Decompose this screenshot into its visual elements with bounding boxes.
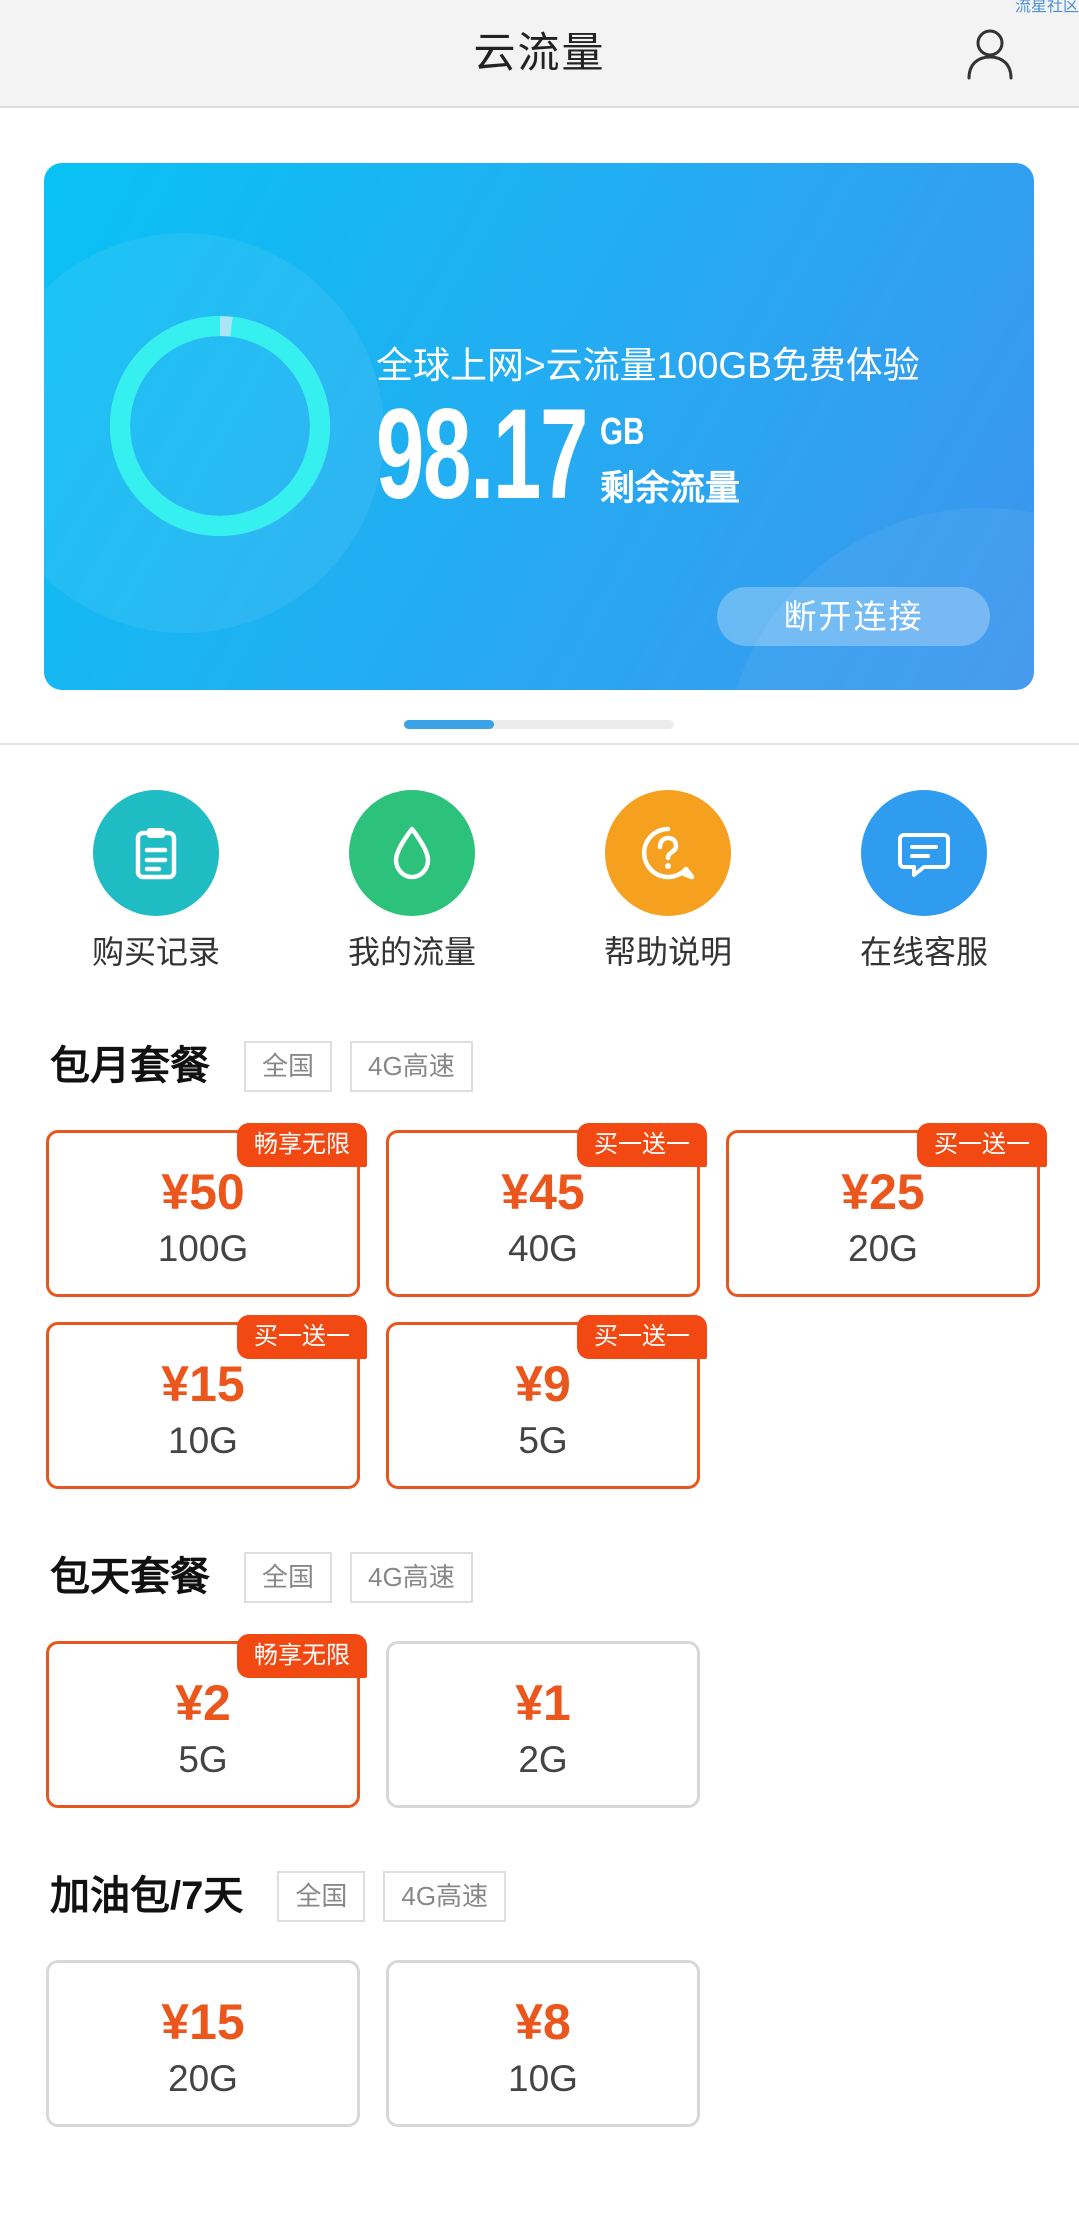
action-label: 在线客服: [859, 934, 988, 970]
section-title: 包月套餐: [50, 1044, 210, 1088]
plan-price: ¥50: [161, 1164, 245, 1220]
remaining-unit: GB: [600, 411, 645, 453]
watermark-text: 流星社区: [1014, 0, 1079, 15]
plan-card[interactable]: 畅享无限 ¥2 5G: [46, 1634, 367, 1808]
speed-tag: 4G高速: [383, 1870, 507, 1922]
plan-price: ¥8: [515, 1994, 571, 2050]
plan-data-amount: 10G: [508, 2058, 578, 2099]
plan-data-amount: 100G: [157, 1228, 249, 1269]
carousel-indicator: [404, 720, 674, 729]
action-label: 我的流量: [347, 934, 476, 970]
plan-card[interactable]: ¥1 2G: [386, 1641, 700, 1808]
plan-price: ¥15: [161, 1994, 245, 2050]
region-tag: 全国: [244, 1040, 333, 1092]
section-header: 包天套餐 全国 4G高速: [50, 1551, 473, 1603]
plan-card[interactable]: ¥15 20G: [46, 1960, 360, 2127]
speed-tag: 4G高速: [350, 1040, 473, 1092]
plan-card[interactable]: 畅享无限 ¥50 100G: [46, 1123, 367, 1297]
section-header: 加油包/7天 全国 4G高速: [50, 1870, 507, 1922]
plan-data-amount: 20G: [848, 1228, 918, 1269]
promo-badge: 畅享无限: [237, 1634, 367, 1678]
help-action[interactable]: 帮助说明: [540, 790, 796, 980]
plan-data-amount: 2G: [518, 1739, 568, 1780]
plan-data-amount: 5G: [178, 1739, 228, 1780]
speed-tag: 4G高速: [350, 1551, 473, 1603]
remaining-label: 剩余流量: [600, 469, 741, 508]
plan-data-amount: 40G: [508, 1228, 578, 1269]
plan-card[interactable]: 买一送一 ¥15 10G: [46, 1315, 367, 1489]
online-service-action[interactable]: 在线客服: [796, 790, 1052, 980]
plan-data-amount: 10G: [168, 1420, 238, 1461]
monthly-plans-section: 包月套餐 全国 4G高速 畅享无限 ¥50 100G 买一送一 ¥45 40G …: [0, 1040, 1079, 1489]
chat-icon[interactable]: [861, 790, 987, 916]
promo-badge: 买一送一: [577, 1315, 707, 1359]
promo-badge: 买一送一: [917, 1123, 1047, 1167]
plan-card[interactable]: 买一送一 ¥9 5G: [386, 1315, 707, 1489]
drop-icon[interactable]: [349, 790, 475, 916]
carousel-indicator-active: [404, 720, 494, 729]
promo-badge: 买一送一: [237, 1315, 367, 1359]
purchase-records-action[interactable]: 购买记录: [28, 790, 284, 980]
plan-price: ¥9: [515, 1356, 571, 1412]
quick-actions: 购买记录 我的流量 帮助说明 在线客服: [28, 790, 1052, 980]
plan-data-amount: 20G: [168, 2058, 238, 2099]
plan-price: ¥1: [515, 1675, 571, 1731]
plan-price: ¥15: [161, 1356, 245, 1412]
plan-price: ¥45: [501, 1164, 585, 1220]
plan-price: ¥25: [841, 1164, 925, 1220]
daily-plans-section: 包天套餐 全国 4G高速 畅享无限 ¥2 5G ¥1 2G: [0, 1551, 1079, 1851]
user-icon[interactable]: [966, 28, 1014, 80]
section-title: 包天套餐: [50, 1555, 210, 1599]
action-label: 帮助说明: [603, 934, 732, 970]
disconnect-button[interactable]: 断开连接: [717, 587, 990, 646]
plan-card[interactable]: 买一送一 ¥45 40G: [386, 1123, 707, 1297]
plan-data-amount: 5G: [518, 1420, 568, 1461]
plan-price: ¥2: [175, 1675, 231, 1731]
page-title: 云流量: [473, 29, 606, 76]
section-title: 加油包/7天: [50, 1874, 244, 1918]
clipboard-icon[interactable]: [93, 790, 219, 916]
my-data-action[interactable]: 我的流量: [284, 790, 540, 980]
booster-plans-section: 加油包/7天 全国 4G高速 ¥15 20G ¥8 10G: [0, 1870, 1079, 2170]
question-icon[interactable]: [605, 790, 731, 916]
divider: [0, 743, 1079, 745]
promo-badge: 畅享无限: [237, 1123, 367, 1167]
action-label: 购买记录: [91, 934, 220, 970]
plan-grid: ¥15 20G ¥8 10G: [46, 1960, 1040, 2127]
promo-badge: 买一送一: [577, 1123, 707, 1167]
banner-subtitle: 全球上网>云流量100GB免费体验: [376, 345, 920, 386]
remaining-value: 98.17: [376, 383, 588, 526]
plan-grid: 畅享无限 ¥2 5G ¥1 2G: [46, 1634, 1040, 1808]
plan-card[interactable]: 买一送一 ¥25 20G: [726, 1123, 1047, 1297]
flow-banner-card[interactable]: 全球上网>云流量100GB免费体验 98.17 GB 剩余流量 断开连接: [44, 163, 1034, 690]
section-header: 包月套餐 全国 4G高速: [50, 1040, 473, 1092]
ring-progress: [110, 316, 330, 536]
plan-grid: 畅享无限 ¥50 100G 买一送一 ¥45 40G 买一送一 ¥25 20G …: [46, 1123, 1047, 1489]
region-tag: 全国: [277, 1870, 366, 1922]
app-header: 云流量: [0, 0, 1079, 108]
remaining-ring-chart: [110, 316, 330, 536]
region-tag: 全国: [244, 1551, 333, 1603]
plan-card[interactable]: ¥8 10G: [386, 1960, 700, 2127]
